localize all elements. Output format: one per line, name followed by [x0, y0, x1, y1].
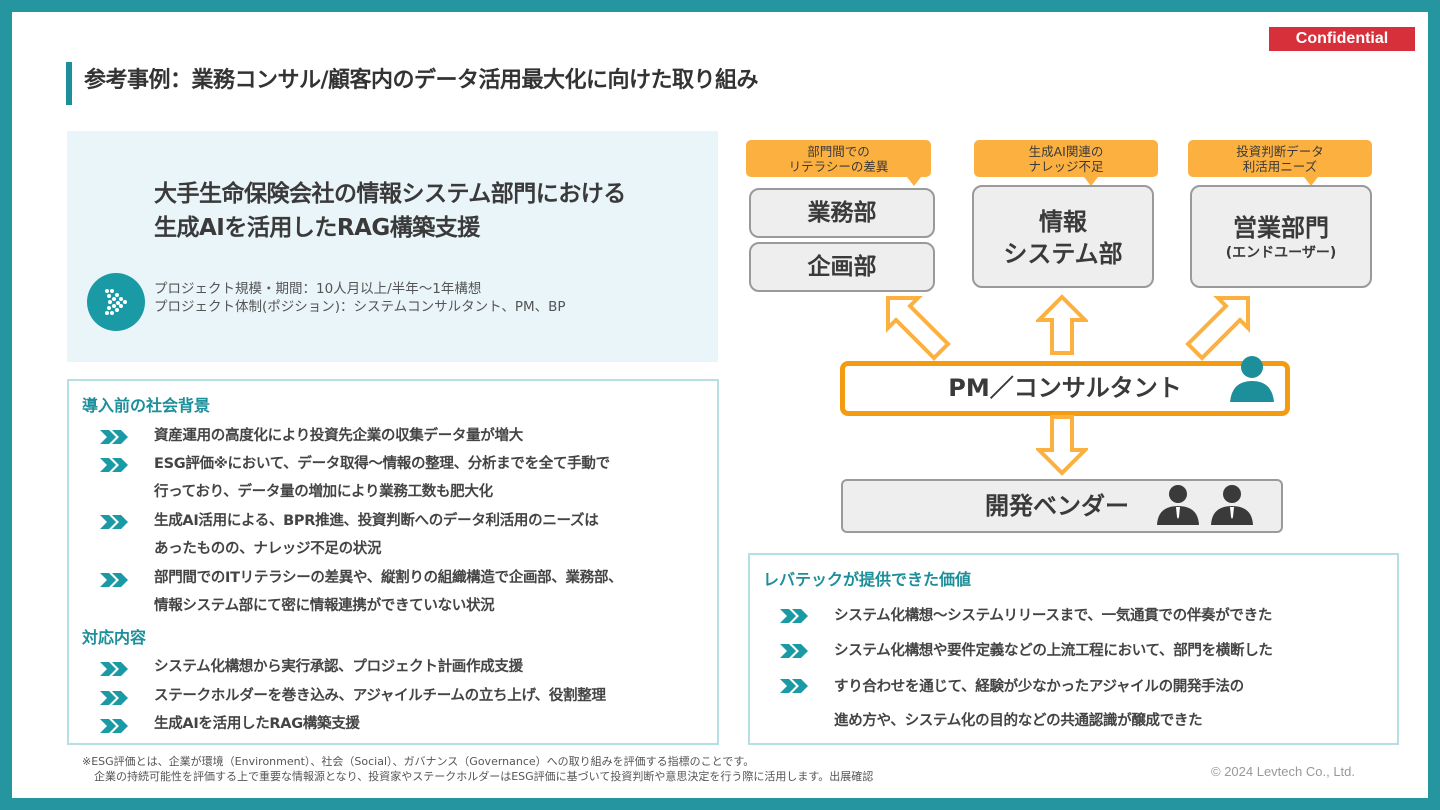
bubble-tail	[907, 177, 921, 186]
double-arrow-icon	[100, 662, 130, 676]
response-heading: 対応内容	[82, 628, 147, 647]
issue-bubble-needs: 投資判断データ 利活用ニーズ	[1188, 140, 1372, 177]
value-item-3-line2: 進め方や、システム化の目的などの共通認識が醸成できた	[834, 713, 1203, 729]
background-item-2: ESG評価※において、データ取得〜情報の整理、分析までを全て手動で 行っており、…	[154, 450, 610, 506]
arrow-up-icon	[1036, 294, 1088, 355]
arrow-down-icon	[1036, 415, 1088, 476]
response-item-2: ステークホルダーを巻き込み、アジャイルチームの立ち上げ、役割整理	[154, 688, 606, 704]
project-summary-box	[67, 131, 718, 362]
project-title-line2: 生成AIを活用したRAG構築支援	[154, 215, 480, 241]
background-item-3-line2: あったものの、ナレッジ不足の状況	[154, 541, 382, 557]
dept-sales-label: 営業部門	[1233, 214, 1329, 242]
bubble-3-line2: 利活用ニーズ	[1242, 159, 1318, 174]
value-item-1: システム化構想〜システムリリースまで、一気通貫での伴奏ができた	[834, 608, 1273, 624]
bubble-1-line2: リテラシーの差異	[788, 159, 889, 174]
dept-it: 情報 システム部	[972, 185, 1154, 288]
background-item-4-line2: 情報システム部にて密に情報連携ができていない状況	[154, 598, 495, 614]
response-item-1: システム化構想から実行承認、プロジェクト計画作成支援	[154, 659, 523, 675]
double-arrow-icon	[100, 691, 130, 705]
dept-it-line1: 情報	[1039, 208, 1087, 236]
background-item-1: 資産運用の高度化により投資先企業の収集データ量が増大	[154, 428, 523, 444]
double-arrow-icon	[780, 679, 810, 693]
footnote-line1: ※ESG評価とは、企業が環境（Environment）、社会（Social）、ガ…	[82, 755, 755, 768]
background-item-4: 部門間でのITリテラシーの差異や、縦割りの組織構造で企画部、業務部、 情報システ…	[154, 564, 623, 620]
dept-planning: 企画部	[749, 242, 935, 292]
dept-business: 業務部	[749, 188, 935, 238]
response-item-3: 生成AIを活用したRAG構築支援	[154, 716, 360, 732]
pm-consultant-box: PM／コンサルタント	[840, 361, 1290, 416]
bubble-2-line1: 生成AI関連の	[1028, 144, 1104, 159]
bubble-3-line1: 投資判断データ	[1236, 144, 1324, 159]
dept-sales: 営業部門 (エンドユーザー)	[1190, 185, 1372, 288]
background-item-2-line1: ESG評価※において、データ取得〜情報の整理、分析までを全て手動で	[154, 456, 610, 472]
issue-bubble-literacy: 部門間での リテラシーの差異	[746, 140, 931, 177]
double-arrow-icon	[100, 430, 130, 444]
bubble-2-line2: ナレッジ不足	[1028, 159, 1104, 174]
double-arrow-icon	[780, 644, 810, 658]
person-icon	[1157, 485, 1199, 525]
project-info: プロジェクト規模・期間：10人月以上/半年〜1年構想 プロジェクト体制(ポジショ…	[154, 280, 566, 316]
bubble-1-line1: 部門間での	[807, 144, 870, 159]
footnote-line2: 企業の持続可能性を評価する上で重要な情報源となり、投資家やステークホルダーはES…	[94, 770, 874, 783]
double-arrow-icon	[780, 609, 810, 623]
confidential-badge: Confidential	[1269, 27, 1415, 51]
double-arrow-icon	[100, 515, 130, 529]
value-item-2: システム化構想や要件定義などの上流工程において、部門を横断した	[834, 643, 1273, 659]
background-item-4-line1: 部門間でのITリテラシーの差異や、縦割りの組織構造で企画部、業務部、	[154, 570, 623, 586]
background-item-3-line1: 生成AI活用による、BPR推進、投資判断へのデータ利活用のニーズは	[154, 513, 599, 529]
project-scale: プロジェクト規模・期間：10人月以上/半年〜1年構想	[154, 281, 482, 297]
slide: Confidential 参考事例：業務コンサル/顧客内のデータ活用最大化に向け…	[12, 12, 1428, 798]
copyright: © 2024 Levtech Co., Ltd.	[1211, 764, 1356, 779]
pm-consultant-label: PM／コンサルタント	[948, 374, 1182, 402]
project-title-line1: 大手生命保険会社の情報システム部門における	[154, 181, 626, 207]
person-icon	[1211, 485, 1253, 525]
dept-it-line2: システム部	[1003, 240, 1123, 268]
page-title: 参考事例：業務コンサル/顧客内のデータ活用最大化に向けた取り組み	[84, 68, 759, 93]
background-item-2-line2: 行っており、データ量の増加により業務工数も肥大化	[154, 484, 493, 500]
value-heading: レバテックが提供できた価値	[763, 570, 972, 589]
double-arrow-icon	[100, 458, 130, 472]
issue-bubble-knowledge: 生成AI関連の ナレッジ不足	[974, 140, 1158, 177]
arrow-up-left-icon	[886, 296, 951, 361]
double-arrow-icon	[100, 719, 130, 733]
value-item-3: すり合わせを通じて、経験が少なかったアジャイルの開発手法の 進め方や、システム化…	[834, 670, 1244, 738]
chevron-logo-icon	[87, 273, 145, 331]
footnote: ※ESG評価とは、企業が環境（Environment）、社会（Social）、ガ…	[82, 754, 873, 784]
person-icon	[1230, 356, 1274, 402]
vendor-label: 開発ベンダー	[985, 492, 1129, 520]
project-structure: プロジェクト体制(ポジション)：システムコンサルタント、PM、BP	[154, 299, 566, 315]
background-heading: 導入前の社会背景	[82, 396, 211, 415]
dept-sales-sub: (エンドユーザー)	[1225, 245, 1337, 261]
value-item-3-line1: すり合わせを通じて、経験が少なかったアジャイルの開発手法の	[834, 679, 1244, 695]
background-item-3: 生成AI活用による、BPR推進、投資判断へのデータ利活用のニーズは あったものの…	[154, 507, 599, 563]
project-title: 大手生命保険会社の情報システム部門における 生成AIを活用したRAG構築支援	[154, 177, 626, 245]
double-arrow-icon	[100, 573, 130, 587]
title-accent-bar	[66, 62, 72, 105]
